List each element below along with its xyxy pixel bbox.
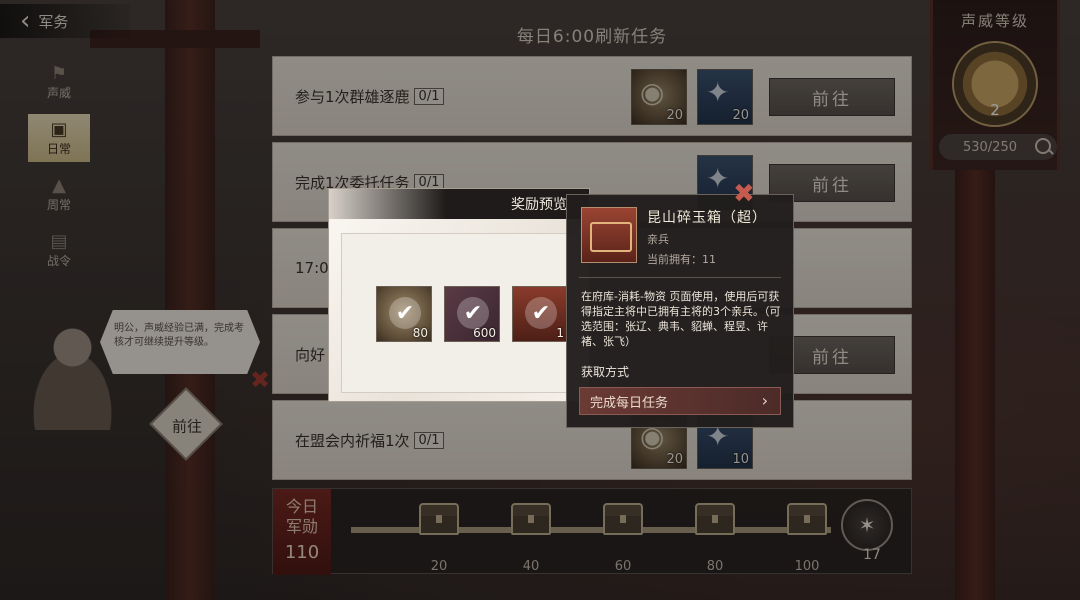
obtain-source-button[interactable]: 完成每日任务 › bbox=[579, 387, 781, 415]
check-icon: ✔ bbox=[457, 297, 489, 329]
treasure-box-icon bbox=[581, 207, 637, 263]
item-name: 昆山碎玉箱（超） bbox=[647, 210, 767, 226]
divider bbox=[579, 277, 781, 278]
check-icon: ✔ bbox=[389, 297, 421, 329]
item-type: 亲兵 bbox=[647, 233, 669, 246]
item-owned: 当前拥有：11 bbox=[647, 253, 716, 266]
chevron-right-icon: › bbox=[761, 391, 768, 410]
item-tooltip: ✖ 昆山碎玉箱（超） 亲兵 当前拥有：11 在府库-消耗-物资 页面使用，使用后… bbox=[566, 179, 794, 428]
item-qty: 80 bbox=[412, 326, 428, 340]
close-icon[interactable]: ✖ bbox=[733, 179, 755, 209]
reward-item-scroll[interactable]: ✔ 600 bbox=[444, 286, 500, 342]
check-icon: ✔ bbox=[525, 297, 557, 329]
item-description: 在府库-消耗-物资 页面使用，使用后可获得指定主将中已拥有主将的3个亲兵。（可选… bbox=[581, 290, 781, 348]
modal-title: 奖励预览 bbox=[511, 197, 567, 213]
reward-item-coin[interactable]: ✔ 80 bbox=[376, 286, 432, 342]
obtain-label: 获取方式 bbox=[581, 365, 630, 379]
modal-body: ✔ 80 ✔ 600 ✔ 1 bbox=[341, 233, 581, 393]
reward-preview-modal: 奖励预览 ✔ 80 ✔ 600 ✔ 1 bbox=[328, 188, 590, 402]
reward-item-box[interactable]: ✔ 1 bbox=[512, 286, 568, 342]
item-qty: 1 bbox=[556, 326, 564, 340]
obtain-source-label: 完成每日任务 bbox=[590, 395, 669, 411]
modal-header: 奖励预览 bbox=[329, 189, 589, 219]
